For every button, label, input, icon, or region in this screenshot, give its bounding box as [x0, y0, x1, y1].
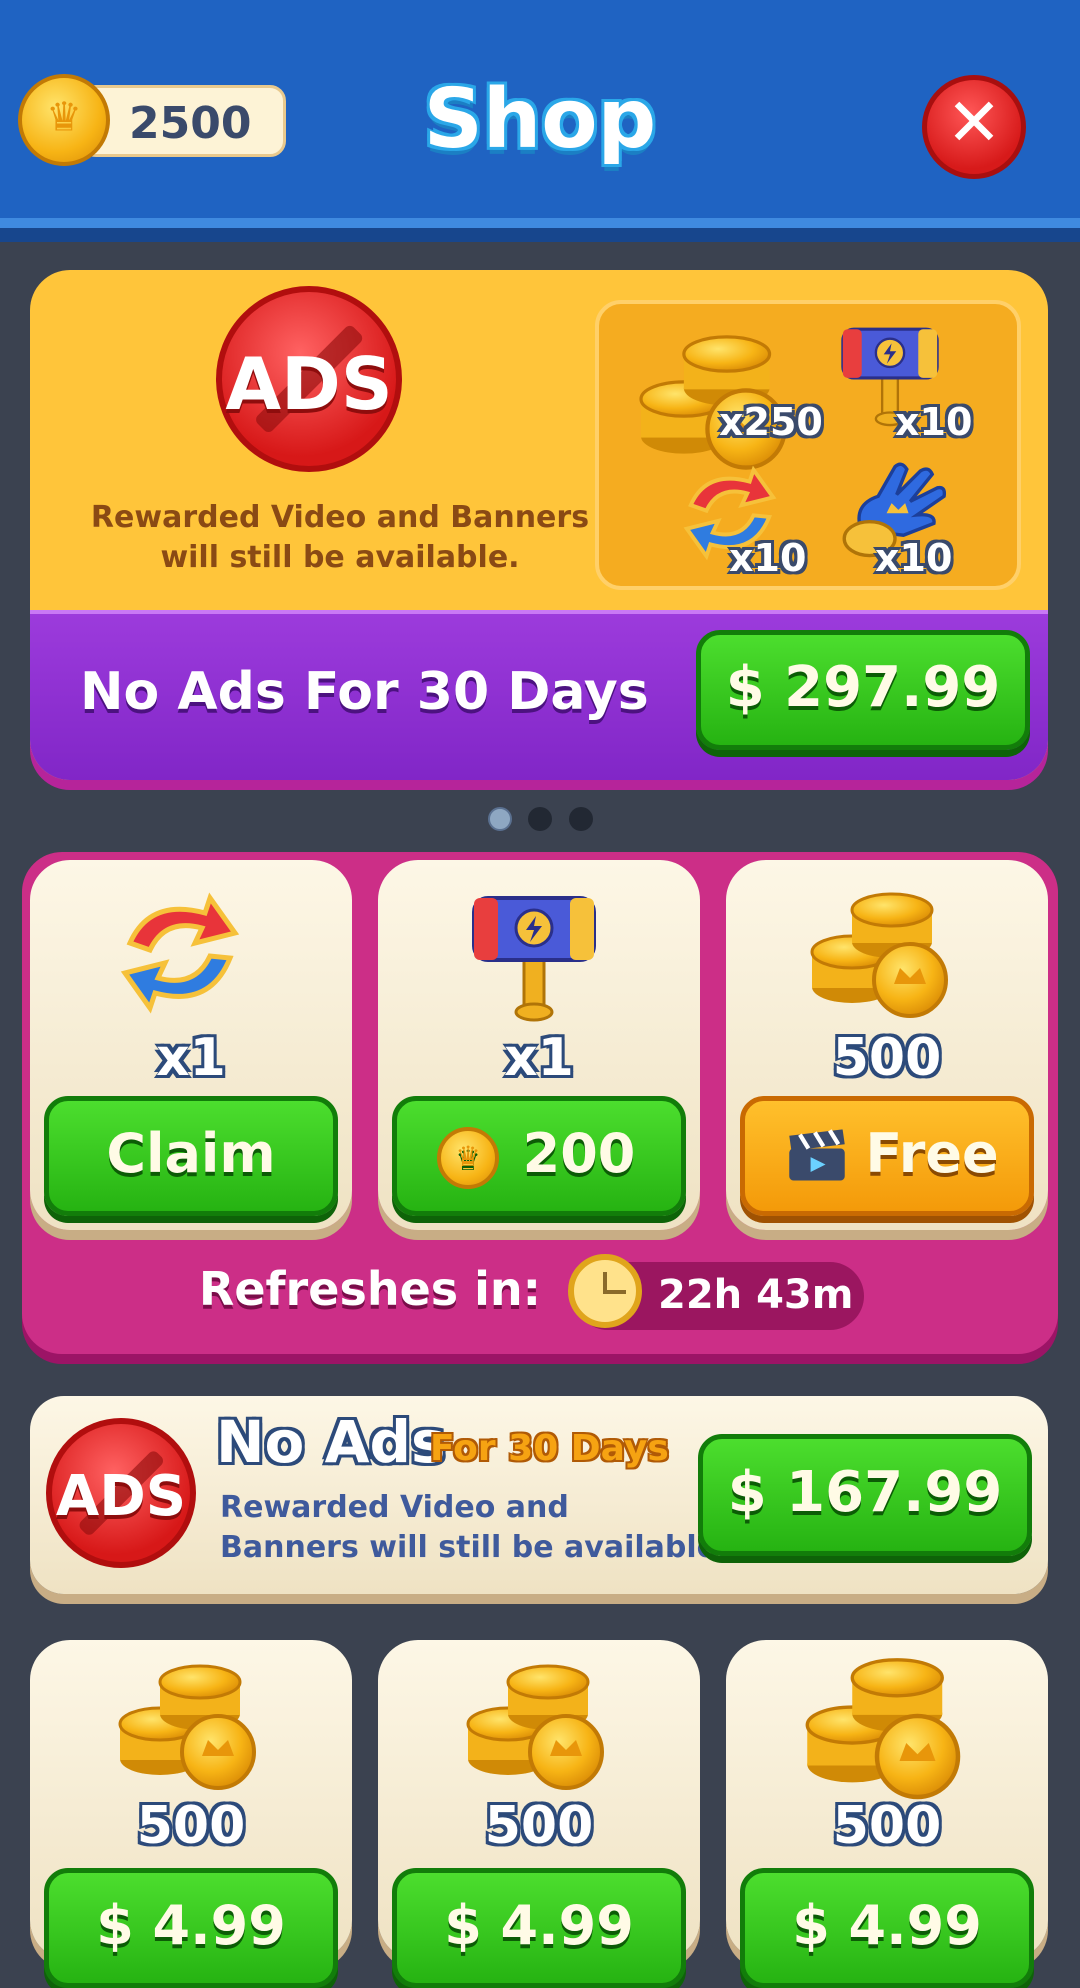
claim-label: Claim — [106, 1122, 276, 1185]
buy-coin-pack-button[interactable]: $ 4.99 — [740, 1868, 1034, 1988]
coin-balance-pill: 2500 — [80, 85, 286, 157]
rewards-box: x250 x10 x10 x10 — [595, 300, 1021, 590]
no-ads-description: Rewarded Video and Banners will still be… — [220, 1488, 728, 1568]
coin-stack-icon — [458, 1654, 618, 1794]
deal-card-coins: 500 Free — [726, 860, 1048, 1230]
featured-offer-card: ADS Rewarded Video and Banners will stil… — [30, 270, 1048, 780]
free-coins-button[interactable]: Free — [740, 1096, 1034, 1216]
deal-qty: 500 — [832, 1028, 942, 1088]
ads-badge-text: ADS — [225, 342, 393, 426]
coin-icon: ♛ — [437, 1127, 499, 1189]
header-shadow — [0, 228, 1080, 242]
reward-qty-hammer: x10 — [895, 400, 973, 444]
coin-stack-icon — [796, 1646, 976, 1804]
coin-pack-price: $ 4.99 — [96, 1894, 286, 1957]
page-title: Shop — [423, 72, 657, 167]
coin-pack-qty: 500 — [136, 1796, 246, 1856]
pager-dot-1[interactable] — [488, 807, 512, 831]
deal-card-shuffle: x1 Claim — [30, 860, 352, 1230]
shuffle-icon — [110, 888, 250, 1018]
deal-qty: x1 — [504, 1028, 574, 1088]
offer-description-line1: Rewarded Video and Banners — [90, 500, 590, 535]
no-ads-badge-icon: ADS — [216, 286, 402, 472]
offer-description: Rewarded Video and Banners will still be… — [60, 498, 620, 578]
reward-qty-glove: x10 — [875, 536, 953, 580]
clock-icon — [568, 1254, 642, 1328]
no-ads-badge-icon: ADS — [46, 1418, 196, 1568]
header-stripe — [0, 218, 1080, 228]
offer-label: No Ads For 30 Days — [80, 662, 649, 722]
ads-badge-text: ADS — [55, 1464, 187, 1529]
pager-dot-2[interactable] — [528, 807, 552, 831]
hammer-icon — [464, 880, 604, 1030]
pager-dot-3[interactable] — [569, 807, 593, 831]
no-ads-description-line2: Banners will still be available. — [220, 1530, 729, 1565]
offer-price: $ 297.99 — [725, 655, 1001, 720]
buy-coin-pack-button[interactable]: $ 4.99 — [392, 1868, 686, 1988]
no-ads-title: No Ads — [216, 1408, 446, 1476]
refresh-label: Refreshes in: — [198, 1262, 542, 1316]
video-clapper-icon — [785, 1129, 849, 1183]
deal-qty: x1 — [156, 1028, 226, 1088]
no-ads-description-line1: Rewarded Video and — [220, 1490, 569, 1525]
coin-stack-icon — [110, 1654, 270, 1794]
deal-card-hammer: x1 ♛ 200 — [378, 860, 700, 1230]
buy-coin-pack-button[interactable]: $ 4.99 — [44, 1868, 338, 1988]
buy-hammer-button[interactable]: ♛ 200 — [392, 1096, 686, 1216]
coin-stack-icon — [802, 882, 962, 1022]
coin-pack-card-1: 500 $ 4.99 — [30, 1640, 352, 1988]
refresh-time: 22h 43m — [658, 1272, 854, 1318]
reward-qty-shuffle: x10 — [729, 536, 807, 580]
buy-no-ads-button[interactable]: $ 167.99 — [698, 1434, 1032, 1556]
claim-button[interactable]: Claim — [44, 1096, 338, 1216]
coin-pack-qty: 500 — [484, 1796, 594, 1856]
coin-pack-card-2: 500 $ 4.99 — [378, 1640, 700, 1988]
coin-pack-price: $ 4.99 — [792, 1894, 982, 1957]
coin-balance: 2500 — [129, 98, 252, 149]
close-icon: ✕ — [946, 84, 1002, 161]
coin-pack-qty: 500 — [832, 1796, 942, 1856]
reward-qty-coins: x250 — [719, 400, 823, 444]
no-ads-price: $ 167.99 — [727, 1460, 1003, 1525]
buy-no-ads-30-days-button[interactable]: $ 297.99 — [696, 630, 1030, 750]
no-ads-subtitle: For 30 Days — [430, 1428, 669, 1469]
no-ads-offer-card: ADS No Ads For 30 Days Rewarded Video an… — [30, 1396, 1048, 1594]
coin-stack-icon — [621, 324, 811, 474]
coin-pack-price: $ 4.99 — [444, 1894, 634, 1957]
offer-description-line2: will still be available. — [160, 540, 520, 575]
coin-icon: ♛ — [18, 74, 110, 166]
coin-pack-card-3: 500 $ 4.99 — [726, 1640, 1048, 1988]
close-button[interactable]: ✕ — [922, 75, 1026, 179]
